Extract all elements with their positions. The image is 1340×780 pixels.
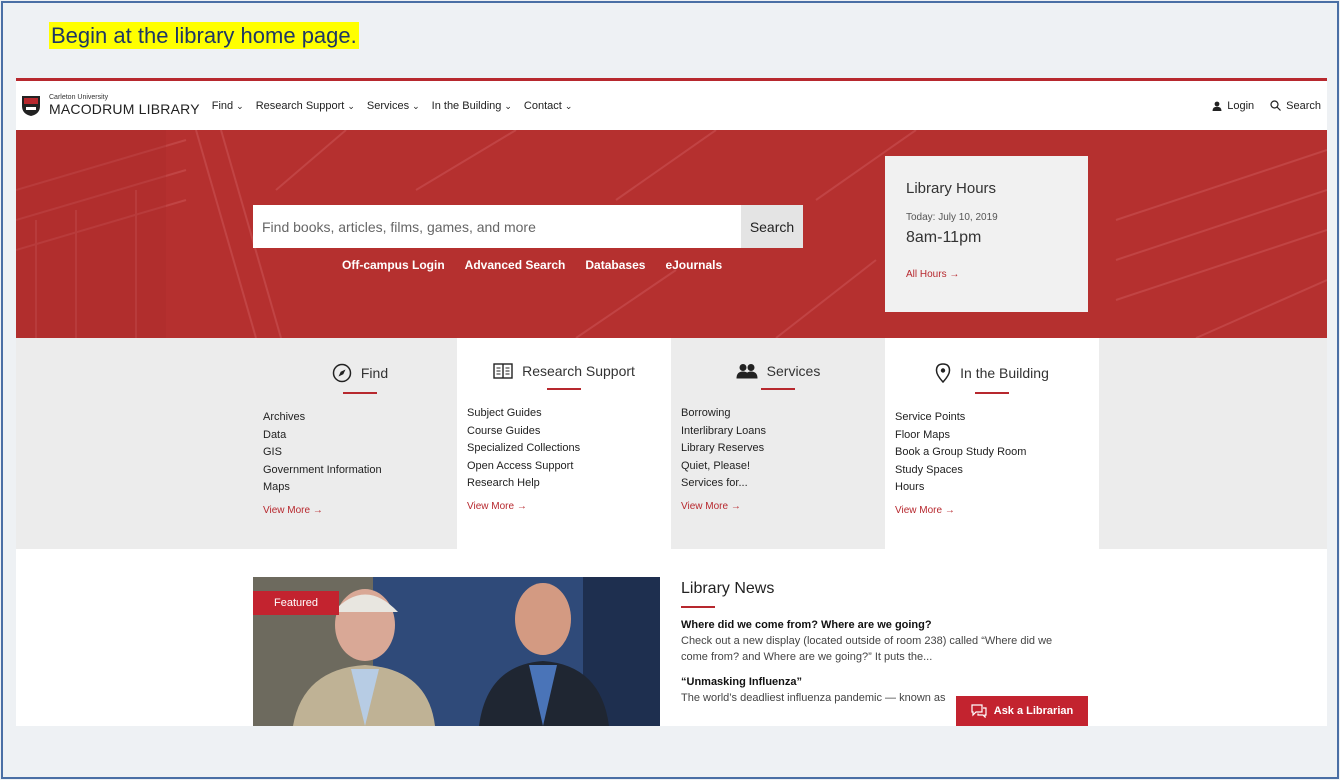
featured-photo[interactable]: Featured [253, 577, 660, 726]
menu-find[interactable]: Find ⌄ [212, 100, 244, 112]
book-open-icon [493, 363, 513, 379]
category-link[interactable]: Service Points [895, 409, 1099, 427]
title-underline [975, 392, 1009, 394]
search-quick-links: Off-campus Login Advanced Search Databas… [342, 258, 722, 272]
category-link[interactable]: Maps [263, 479, 467, 497]
search-link[interactable]: Search [1270, 100, 1321, 112]
category-link[interactable]: Interlibrary Loans [681, 423, 885, 441]
menu-contact[interactable]: Contact ⌄ [524, 100, 572, 112]
hours-date: Today: July 10, 2019 [906, 212, 998, 223]
menu-research-support-label: Research Support [255, 99, 345, 112]
search-label: Search [1286, 99, 1321, 112]
ask-a-librarian-label: Ask a Librarian [993, 705, 1074, 717]
all-hours-link[interactable]: All Hours → [906, 269, 1067, 280]
library-logo[interactable]: Carleton University MACODRUM LIBRARY [21, 94, 200, 118]
category-link[interactable]: Specialized Collections [467, 440, 671, 458]
title-underline [681, 606, 715, 608]
advanced-search-link[interactable]: Advanced Search [465, 258, 566, 272]
users-icon [736, 364, 758, 379]
instruction-text: Begin at the library home page. [49, 22, 359, 49]
off-campus-login-link[interactable]: Off-campus Login [342, 258, 445, 272]
title-underline [343, 392, 377, 394]
top-nav: Carleton University MACODRUM LIBRARY Fin… [16, 78, 1327, 130]
category-link[interactable]: Open Access Support [467, 458, 671, 476]
view-more-link[interactable]: View More → [885, 505, 1099, 516]
view-more-link[interactable]: View More → [671, 501, 885, 512]
news-item-body: Check out a new display (located outside… [681, 635, 1053, 663]
news-item-title[interactable]: Where did we come from? Where are we goi… [681, 619, 1101, 631]
title-underline [761, 388, 795, 390]
compass-icon [332, 363, 352, 383]
category-research-support: Research Support Subject Guides Course G… [457, 338, 671, 549]
menu-find-label: Find [211, 99, 234, 112]
menu-services-label: Services [366, 99, 410, 112]
catalog-search-input[interactable] [253, 205, 741, 248]
login-link[interactable]: Login [1212, 100, 1254, 112]
chat-icon [971, 704, 987, 718]
search-icon [1270, 100, 1282, 111]
chevron-down-icon: ⌄ [564, 100, 573, 111]
library-hours-card: Library Hours Today: July 10, 2019 8am-1… [885, 156, 1088, 312]
category-link[interactable]: Library Reserves [681, 440, 885, 458]
library-news: Library News Where did we come from? Whe… [681, 580, 1101, 706]
catalog-search-box: Search [253, 205, 803, 248]
chevron-down-icon: ⌄ [504, 100, 512, 111]
category-link[interactable]: Data [263, 427, 467, 445]
view-more-link[interactable]: View More → [457, 501, 671, 512]
menu-contact-label: Contact [523, 99, 562, 112]
category-link[interactable]: Quiet, Please! [681, 458, 885, 476]
ejournals-link[interactable]: eJournals [665, 258, 722, 272]
category-link[interactable]: Floor Maps [895, 427, 1099, 445]
title-underline [547, 388, 581, 390]
chevron-down-icon: ⌄ [236, 100, 244, 111]
category-link[interactable]: Government Information [263, 462, 467, 480]
logo-library-text: MACODRUM LIBRARY [49, 100, 200, 117]
slide-frame: Begin at the library home page. Carleton… [1, 1, 1339, 779]
category-research-support-title[interactable]: Research Support [522, 363, 635, 379]
chevron-down-icon: ⌄ [412, 100, 420, 111]
category-find: Find Archives Data GIS Government Inform… [253, 338, 467, 549]
databases-link[interactable]: Databases [585, 258, 645, 272]
login-label: Login [1227, 99, 1255, 112]
category-link[interactable]: Course Guides [467, 423, 671, 441]
category-in-the-building-title[interactable]: In the Building [960, 365, 1049, 381]
category-link[interactable]: Archives [263, 409, 467, 427]
map-pin-icon [935, 363, 951, 383]
menu-in-the-building[interactable]: In the Building ⌄ [432, 100, 512, 112]
hours-time: 8am-11pm [906, 229, 982, 246]
hours-title: Library Hours [906, 180, 997, 197]
news-section-title: Library News [681, 580, 775, 597]
menu-research-support[interactable]: Research Support ⌄ [256, 100, 355, 112]
category-link[interactable]: GIS [263, 444, 467, 462]
main-menu: Find ⌄ Research Support ⌄ Services ⌄ In the… [212, 100, 585, 112]
news-item-title[interactable]: “Unmasking Influenza” [681, 676, 1101, 688]
category-find-title[interactable]: Find [361, 365, 388, 381]
category-link[interactable]: Subject Guides [467, 405, 671, 423]
category-in-the-building: In the Building Service Points Floor Map… [885, 338, 1099, 549]
featured-badge: Featured [253, 591, 340, 615]
category-section: Find Archives Data GIS Government Inform… [16, 338, 1327, 549]
chevron-down-icon: ⌄ [347, 100, 355, 111]
menu-services[interactable]: Services ⌄ [367, 100, 420, 112]
hero-banner: Search Off-campus Login Advanced Search … [16, 130, 1327, 338]
category-link[interactable]: Hours [895, 479, 1099, 497]
user-icon [1212, 101, 1222, 111]
view-more-link[interactable]: View More → [253, 505, 467, 516]
category-link[interactable]: Research Help [467, 475, 671, 493]
menu-in-the-building-label: In the Building [431, 99, 502, 112]
category-link[interactable]: Borrowing [681, 405, 885, 423]
library-homepage-screenshot: Carleton University MACODRUM LIBRARY Fin… [16, 78, 1327, 726]
crest-icon [22, 95, 40, 116]
category-link[interactable]: Study Spaces [895, 462, 1099, 480]
catalog-search-button[interactable]: Search [741, 205, 803, 248]
category-services: Services Borrowing Interlibrary Loans Li… [671, 338, 885, 549]
logo-university-text: Carleton University [49, 93, 109, 101]
ask-a-librarian-button[interactable]: Ask a Librarian [956, 696, 1088, 726]
category-link[interactable]: Book a Group Study Room [895, 444, 1099, 462]
category-link[interactable]: Services for... [681, 475, 885, 493]
category-services-title[interactable]: Services [767, 363, 821, 379]
